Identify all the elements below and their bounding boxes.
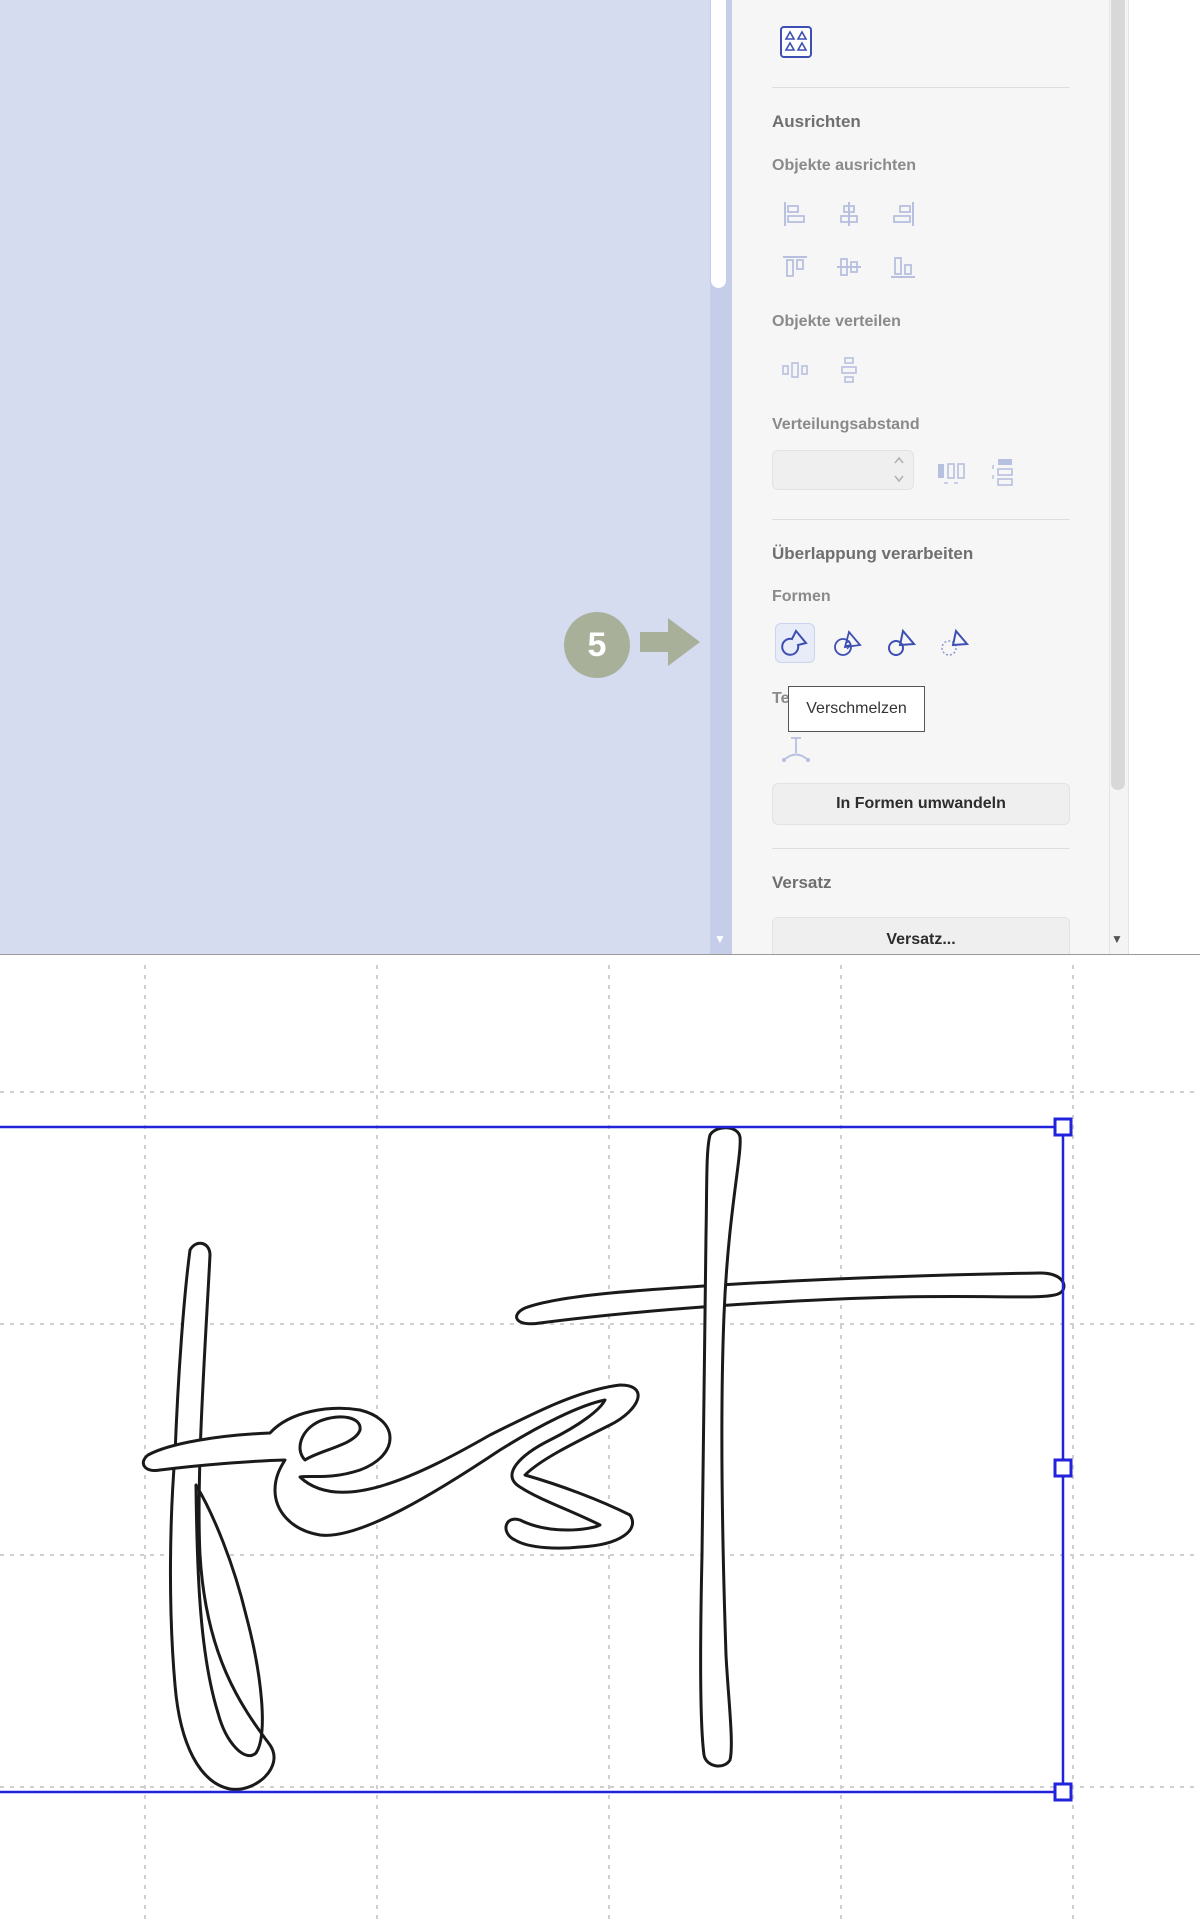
align-right-icon [893, 202, 914, 226]
spacing-increment-button[interactable] [888, 451, 910, 469]
overlap-section-title: Überlappung verarbeiten [772, 544, 974, 563]
distribute-horizontal-icon [782, 362, 808, 378]
align-top-icon [783, 256, 807, 277]
resize-handle[interactable] [1053, 1782, 1073, 1802]
spacing-horizontal-button[interactable] [931, 452, 971, 492]
shapes-label: Formen [772, 588, 831, 605]
text-label: Text [772, 690, 788, 707]
group-icon [780, 26, 812, 58]
design-canvas[interactable] [0, 0, 710, 955]
text-path-button[interactable] [776, 729, 816, 769]
chevron-down-icon [894, 475, 904, 483]
arrow-right-icon [640, 618, 700, 666]
align-left-button[interactable] [775, 194, 815, 234]
distribute-vertical-icon [841, 357, 857, 383]
resize-handle[interactable] [1053, 1117, 1073, 1137]
offset-section-title: Versatz [772, 873, 832, 892]
spacing-vertical-icon [992, 459, 1013, 486]
text-shape-outline[interactable] [141, 1126, 1066, 1791]
offset-button[interactable]: Versatz... [772, 917, 1070, 955]
canvas-scrollbar-thumb[interactable] [711, 0, 726, 288]
weld-icon [781, 629, 808, 656]
align-right-button[interactable] [883, 194, 923, 234]
distribute-label: Objekte verteilen [772, 313, 901, 330]
spacing-horizontal-icon [938, 463, 965, 484]
text-path-icon [782, 737, 810, 762]
intersect-button[interactable] [828, 623, 868, 663]
distribute-horizontal-button[interactable] [775, 350, 815, 390]
divider [772, 519, 1070, 520]
align-objects-label: Objekte ausrichten [772, 157, 917, 174]
exclude-icon [941, 628, 970, 656]
align-bottom-button[interactable] [883, 247, 923, 287]
subtract-button[interactable] [881, 623, 921, 663]
panel-scrollbar-thumb[interactable] [1111, 0, 1125, 790]
intersect-icon [834, 630, 862, 656]
align-left-icon [784, 202, 805, 226]
group-button[interactable] [776, 22, 816, 62]
subtract-icon [888, 628, 917, 656]
spacing-vertical-button[interactable] [983, 452, 1023, 492]
chevron-up-icon [894, 456, 904, 464]
zoomed-canvas-view[interactable] [0, 955, 1200, 1920]
align-top-button[interactable] [775, 247, 815, 287]
align-center-horizontal-button[interactable] [829, 194, 869, 234]
weld-button[interactable] [775, 623, 815, 663]
align-bottom-icon [891, 257, 915, 278]
distribute-vertical-button[interactable] [829, 350, 869, 390]
align-center-horizontal-icon [840, 202, 858, 226]
divider [772, 848, 1070, 849]
step-badge: 5 [564, 612, 630, 678]
divider [772, 87, 1070, 88]
convert-to-shapes-button[interactable]: In Formen umwandeln [772, 783, 1070, 825]
align-center-vertical-button[interactable] [829, 247, 869, 287]
panel-scroll-down-icon[interactable]: ▼ [1110, 932, 1124, 946]
right-side-strip [1128, 0, 1200, 955]
align-section-title: Ausrichten [772, 112, 861, 131]
canvas-scroll-down-icon[interactable]: ▼ [714, 932, 726, 946]
spacing-decrement-button[interactable] [888, 470, 910, 488]
align-center-vertical-icon [837, 258, 861, 276]
resize-handle[interactable] [1053, 1458, 1073, 1478]
spacing-label: Verteilungsabstand [772, 416, 920, 433]
zoomed-canvas-svg [0, 965, 1200, 1920]
tooltip: Verschmelzen [788, 686, 925, 732]
exclude-button[interactable] [934, 623, 974, 663]
editor-top-region: ▼ ▼ Ausrichten Objekte ausrichten Objekt… [0, 0, 1200, 955]
